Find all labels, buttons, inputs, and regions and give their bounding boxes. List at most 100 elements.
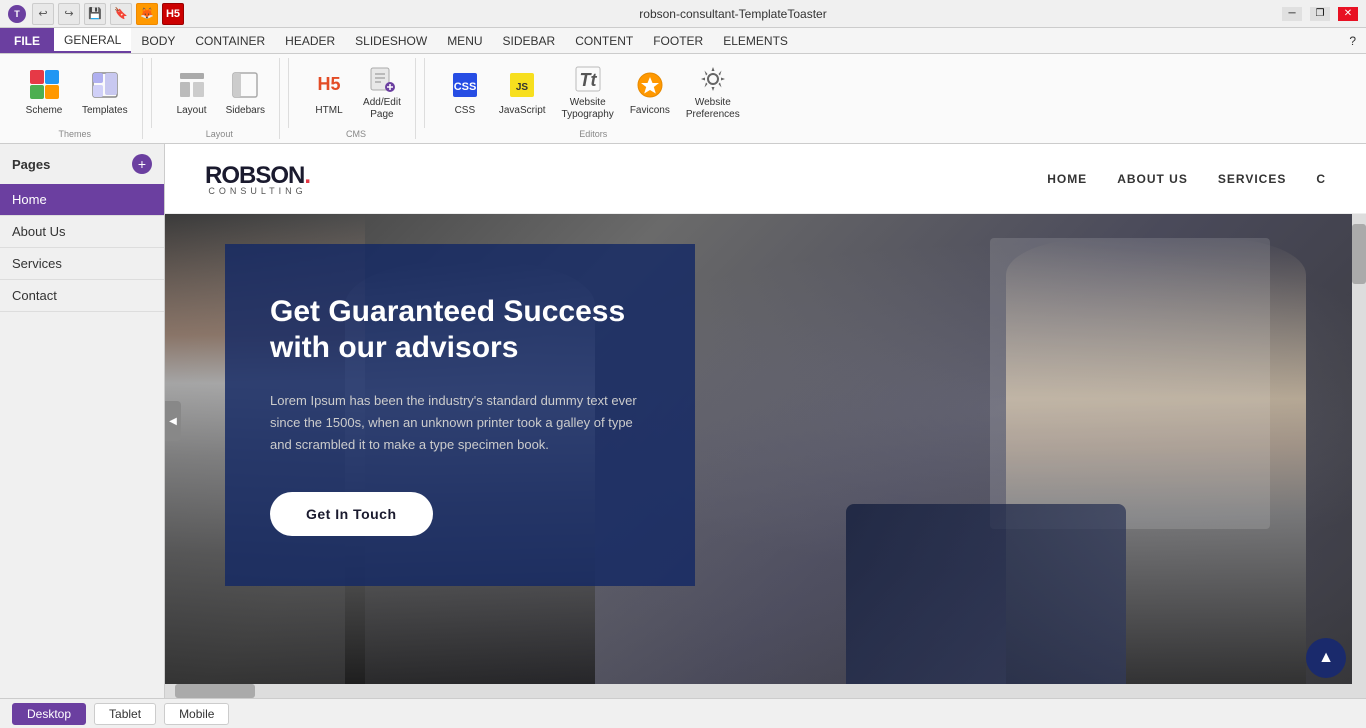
sidebar-item-about[interactable]: About Us [0, 216, 164, 248]
toolbar-editors-items: CSS CSS JS JavaScript Tt [441, 58, 746, 127]
menu-file[interactable]: FILE [0, 28, 54, 53]
maximize-btn[interactable]: ❐ [1310, 7, 1330, 21]
website-preview: ROBSON. CONSULTING HOME ABOUT US SERVICE… [165, 144, 1366, 698]
sidebar-item-home[interactable]: Home [0, 184, 164, 216]
separator-2 [288, 58, 289, 128]
main-area: Pages + Home About Us Services Contact ◀… [0, 144, 1366, 698]
layout-button[interactable]: Layout [168, 60, 216, 125]
sidebar-item-contact[interactable]: Contact [0, 280, 164, 312]
mobile-view-button[interactable]: Mobile [164, 703, 229, 725]
undo-btn[interactable]: ↩ [32, 3, 54, 25]
hero-overlay: Get Guaranteed Success with our advisors… [225, 244, 695, 586]
javascript-label: JavaScript [499, 105, 546, 117]
toolbar-group-layout: Layout Sidebars Layout [160, 58, 280, 139]
favicons-button[interactable]: Favicons [624, 60, 676, 125]
javascript-button[interactable]: JS JavaScript [493, 60, 552, 125]
sidebar: Pages + Home About Us Services Contact [0, 144, 165, 698]
horizontal-scrollbar[interactable] [165, 684, 1352, 698]
toolbar-cms-items: H5 HTML Add/EditPage [305, 58, 407, 127]
redo-btn[interactable]: ↪ [58, 3, 80, 25]
layout-group-label: Layout [206, 127, 233, 139]
sidebar-item-services[interactable]: Services [0, 248, 164, 280]
scroll-to-top-button[interactable]: ▲ [1306, 638, 1346, 678]
scheme-button[interactable]: Scheme [16, 60, 72, 125]
desktop-view-button[interactable]: Desktop [12, 703, 86, 725]
css-button[interactable]: CSS CSS [441, 60, 489, 125]
toolbar-layout-items: Layout Sidebars [168, 58, 271, 127]
menu-container[interactable]: CONTAINER [185, 28, 275, 53]
sidebars-icon [229, 69, 261, 101]
scheme-label: Scheme [26, 105, 63, 117]
preferences-button[interactable]: WebsitePreferences [680, 60, 746, 125]
canvas-area: ◀ ROBSON. CONSULTING HOME ABOUT US SERVI… [165, 144, 1366, 698]
hero-title: Get Guaranteed Success with our advisors [270, 294, 650, 366]
css-icon: CSS [449, 69, 481, 101]
bottom-bar: Desktop Tablet Mobile [0, 698, 1366, 728]
separator-3 [424, 58, 425, 128]
separator-1 [151, 58, 152, 128]
menu-content[interactable]: CONTENT [565, 28, 643, 53]
typography-label: WebsiteTypography [562, 97, 614, 121]
nav-links: HOME ABOUT US SERVICES C [1047, 172, 1326, 186]
save-btn[interactable]: 💾 [84, 3, 106, 25]
window-controls: ─ ❐ ✕ [1282, 7, 1358, 21]
h5-btn[interactable]: H5 [162, 3, 184, 25]
toolbar-group-editors: CSS CSS JS JavaScript Tt [433, 58, 754, 139]
toolbar-group-cms: H5 HTML Add/EditPage [297, 58, 416, 139]
menu-header[interactable]: HEADER [275, 28, 345, 53]
html-label: HTML [315, 105, 342, 117]
sidebar-collapse-button[interactable]: ◀ [165, 401, 181, 441]
nav-about[interactable]: ABOUT US [1117, 172, 1188, 186]
nav-more[interactable]: C [1316, 172, 1326, 186]
menu-elements[interactable]: ELEMENTS [713, 28, 798, 53]
nav-home[interactable]: HOME [1047, 172, 1087, 186]
templates-icon [89, 69, 121, 101]
preferences-icon [697, 64, 729, 93]
hero-description: Lorem Ipsum has been the industry's stan… [270, 390, 650, 456]
bookmark-btn[interactable]: 🔖 [110, 3, 132, 25]
sidebars-button[interactable]: Sidebars [220, 60, 271, 125]
menu-footer[interactable]: FOOTER [643, 28, 713, 53]
typography-button[interactable]: Tt WebsiteTypography [556, 60, 620, 125]
menu-body[interactable]: BODY [131, 28, 185, 53]
close-btn[interactable]: ✕ [1338, 7, 1358, 21]
menu-menu[interactable]: MENU [437, 28, 492, 53]
window-title: robson-consultant-TemplateToaster [184, 7, 1282, 21]
themes-group-label: Themes [59, 127, 92, 139]
menu-help[interactable]: ? [1339, 28, 1366, 53]
templates-button[interactable]: Templates [76, 60, 134, 125]
add-page-button[interactable]: + [132, 154, 152, 174]
html-button[interactable]: H5 HTML [305, 60, 353, 125]
horizontal-scrollbar-thumb[interactable] [175, 684, 255, 698]
app-icon: T [8, 5, 26, 23]
preview-nav: ROBSON. CONSULTING HOME ABOUT US SERVICE… [165, 144, 1366, 214]
hero-section: Get Guaranteed Success with our advisors… [165, 214, 1366, 698]
vertical-scrollbar[interactable] [1352, 214, 1366, 698]
svg-text:CSS: CSS [454, 81, 477, 93]
svg-text:JS: JS [516, 82, 529, 93]
layout-icon [176, 69, 208, 101]
menu-slideshow[interactable]: SLIDESHOW [345, 28, 437, 53]
preferences-label: WebsitePreferences [686, 97, 740, 121]
hero-cta-button[interactable]: Get In Touch [270, 492, 433, 536]
typography-icon: Tt [572, 64, 604, 93]
scheme-icon [28, 69, 60, 101]
laptop-element [846, 504, 1126, 698]
brand-sub: CONSULTING [205, 186, 310, 196]
toolbar: Scheme Templates Themes [0, 54, 1366, 144]
tablet-view-button[interactable]: Tablet [94, 703, 156, 725]
menu-general[interactable]: GENERAL [54, 28, 131, 53]
brand-logo: ROBSON. CONSULTING [205, 162, 310, 196]
css-label: CSS [455, 105, 476, 117]
title-bar-left: T ↩ ↪ 💾 🔖 🦊 H5 [8, 3, 184, 25]
menu-sidebar[interactable]: SIDEBAR [493, 28, 566, 53]
sidebar-header: Pages + [0, 144, 164, 184]
sidebars-label: Sidebars [226, 105, 265, 117]
minimize-btn[interactable]: ─ [1282, 7, 1302, 21]
addedit-button[interactable]: Add/EditPage [357, 60, 407, 125]
addedit-label: Add/EditPage [363, 97, 401, 121]
nav-services[interactable]: SERVICES [1218, 172, 1286, 186]
whiteboard [990, 238, 1270, 528]
vertical-scrollbar-thumb[interactable] [1352, 224, 1366, 284]
firefox-btn[interactable]: 🦊 [136, 3, 158, 25]
